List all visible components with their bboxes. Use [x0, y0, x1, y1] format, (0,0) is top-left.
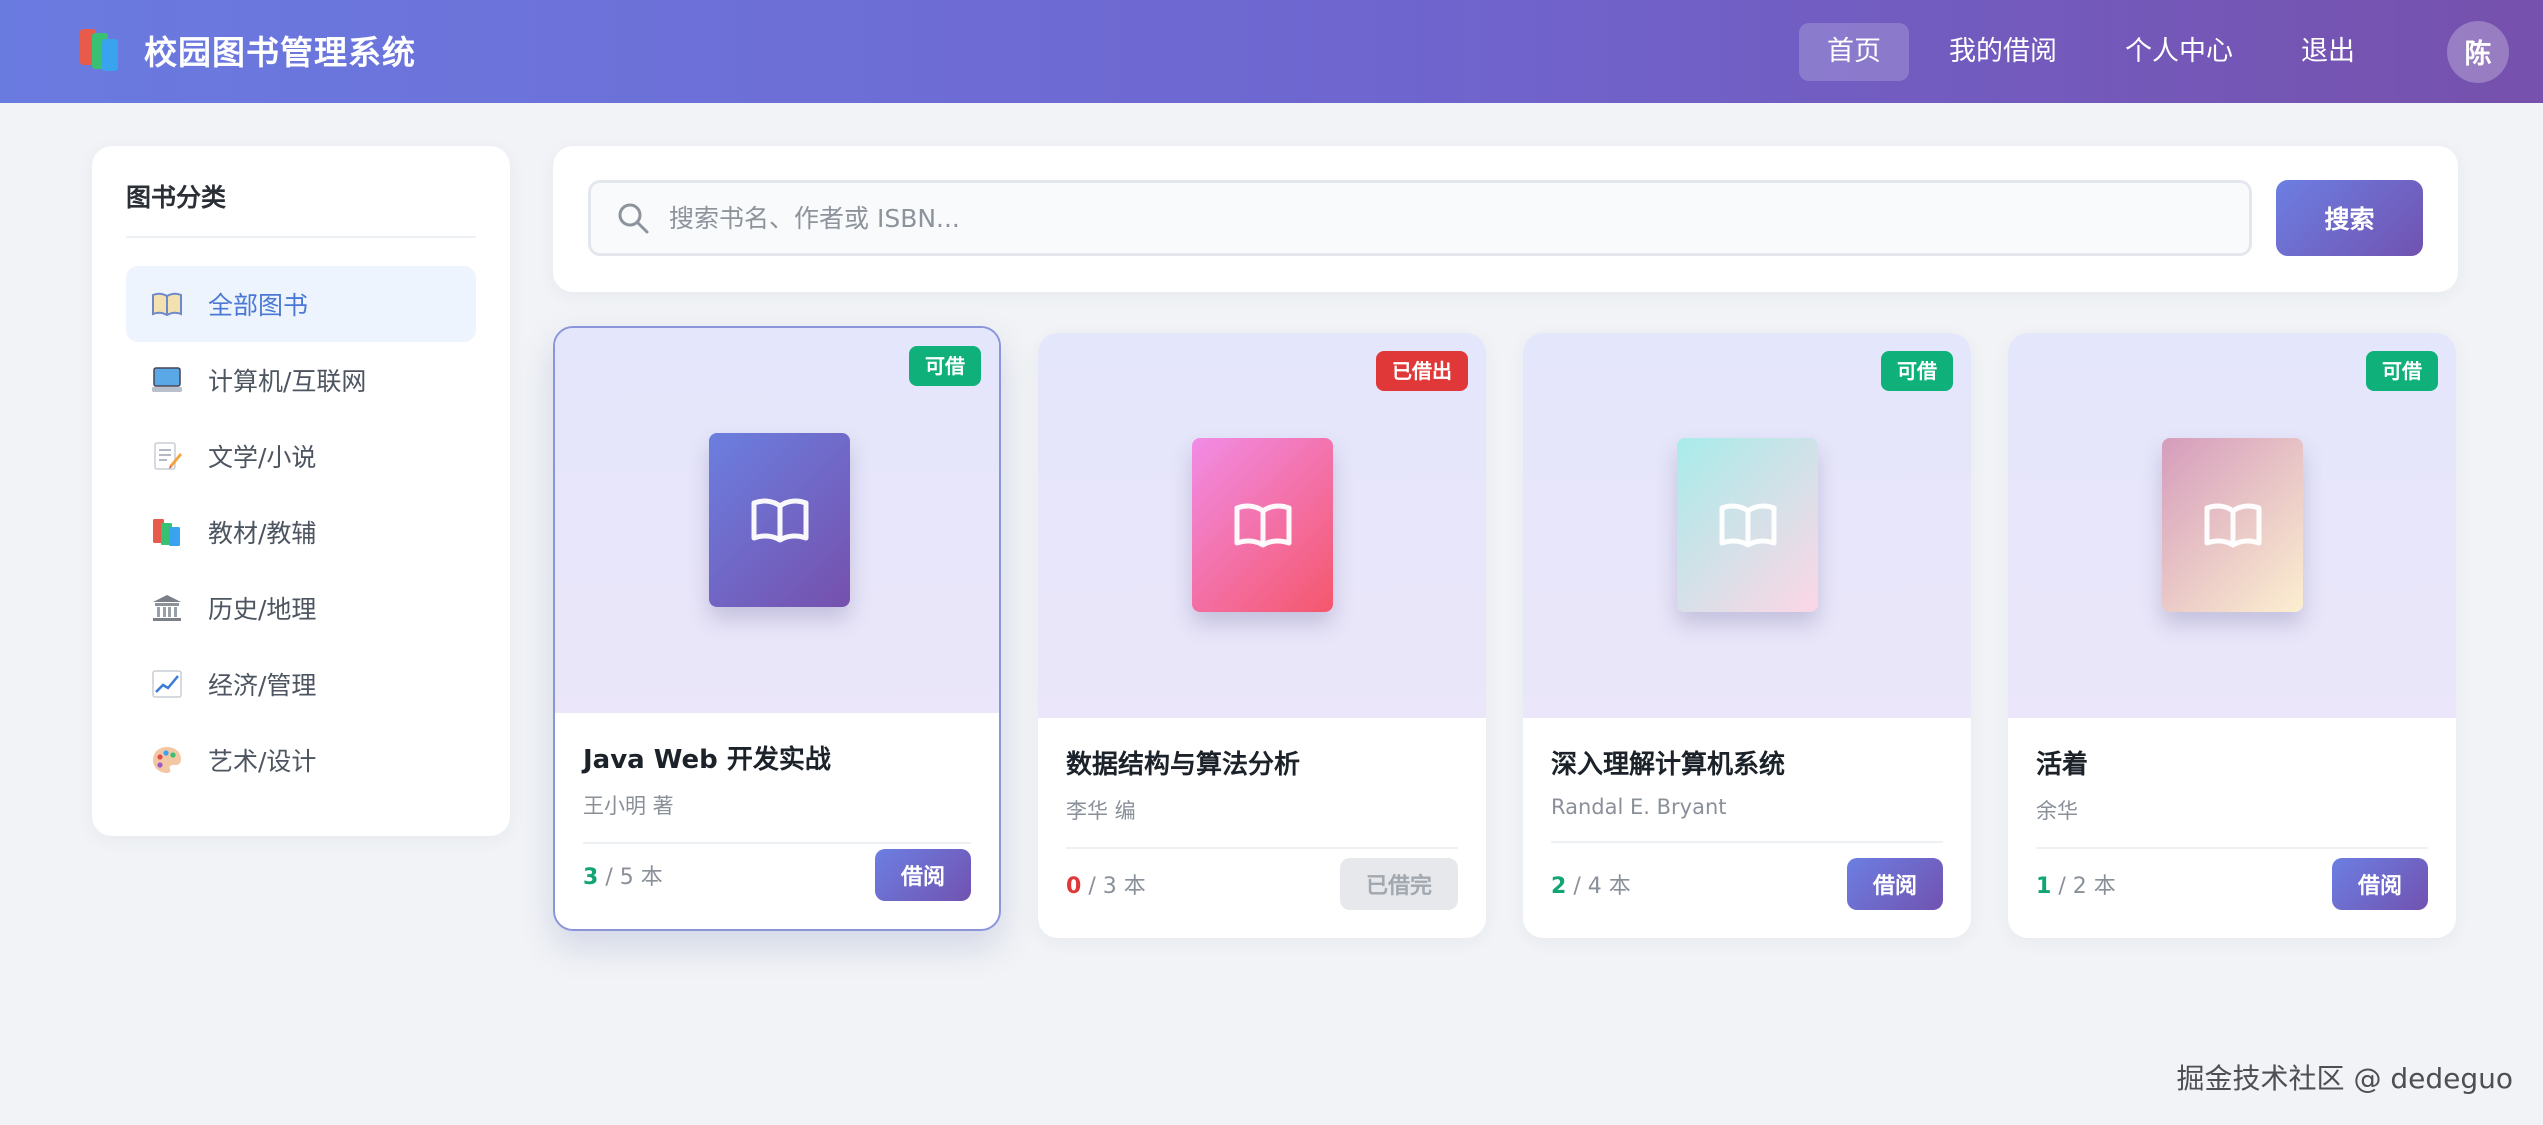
search-button[interactable]: 搜索	[2276, 180, 2423, 256]
sidebar-title: 图书分类	[126, 178, 476, 238]
book-cover-area: 可借	[555, 328, 999, 713]
memo-icon	[150, 441, 184, 471]
main-nav: 首页 我的借阅 个人中心 退出 陈	[1799, 0, 2543, 103]
book-card[interactable]: 已借出 数据结构与算法分析 李华 编 0 / 3 本 已借完	[1038, 333, 1486, 938]
book-author: Randal E. Bryant	[1551, 795, 1727, 819]
palette-icon	[150, 745, 184, 775]
stock-count: 2 / 4 本	[1551, 868, 1631, 900]
available-count: 1	[2036, 874, 2052, 899]
status-badge: 可借	[2366, 351, 2438, 391]
borrow-button[interactable]: 借阅	[2331, 858, 2428, 910]
book-cover-area: 可借	[1523, 333, 1971, 718]
book-title[interactable]: 活着	[2036, 744, 2428, 781]
search-icon	[615, 200, 651, 236]
borrow-button[interactable]: 借阅	[874, 849, 971, 901]
available-count: 0	[1066, 874, 1082, 899]
chart-increasing-icon	[150, 669, 184, 699]
top-navbar: 校园图书管理系统 首页 我的借阅 个人中心 退出 陈	[0, 0, 2543, 103]
open-book-icon	[150, 289, 184, 319]
book-cover-area: 可借	[2008, 333, 2456, 718]
total-count: / 4 本	[1573, 874, 1631, 899]
book-cover-area: 已借出	[1038, 333, 1486, 718]
nav-logout[interactable]: 退出	[2273, 23, 2383, 81]
book-author: 余华	[2036, 799, 2078, 823]
available-count: 3	[583, 865, 599, 890]
book-card[interactable]: 可借 深入理解计算机系统 Randal E. Bryant 2 / 4 本 借阅	[1523, 333, 1971, 938]
open-book-icon	[1719, 503, 1776, 548]
category-textbooks[interactable]: 教材/教辅	[126, 494, 476, 570]
app-title: 校园图书管理系统	[144, 33, 416, 72]
stock-count: 1 / 2 本	[2036, 868, 2116, 900]
divider	[583, 842, 971, 844]
category-art-design[interactable]: 艺术/设计	[126, 722, 476, 798]
total-count: / 2 本	[2058, 874, 2116, 899]
divider	[2036, 847, 2428, 849]
category-label: 教材/教辅	[208, 519, 317, 548]
books-icon	[150, 517, 184, 547]
nav-profile[interactable]: 个人中心	[2097, 23, 2261, 81]
search-input[interactable]	[669, 203, 2249, 233]
stock-count: 0 / 3 本	[1066, 868, 1146, 900]
nav-home[interactable]: 首页	[1799, 22, 1909, 81]
category-label: 历史/地理	[208, 595, 317, 624]
computer-icon	[150, 365, 184, 395]
open-book-icon	[2204, 503, 2261, 548]
book-cover	[2162, 438, 2303, 612]
category-label: 文学/小说	[208, 443, 317, 472]
category-all-books[interactable]: 全部图书	[126, 266, 476, 342]
borrowed-out-button[interactable]: 已借完	[1339, 858, 1458, 910]
book-title[interactable]: 数据结构与算法分析	[1066, 744, 1458, 781]
search-box	[588, 180, 2252, 256]
book-cover	[1677, 438, 1818, 612]
divider	[1551, 841, 1943, 843]
book-cover	[709, 433, 850, 607]
category-economics-management[interactable]: 经济/管理	[126, 646, 476, 722]
book-title[interactable]: 深入理解计算机系统	[1551, 744, 1943, 781]
total-count: / 3 本	[1088, 874, 1146, 899]
book-card[interactable]: 可借 Java Web 开发实战 王小明 著 3 / 5 本 借阅	[553, 326, 1001, 931]
search-panel: 搜索	[553, 146, 2458, 292]
category-label: 计算机/互联网	[208, 367, 367, 396]
book-cover	[1192, 438, 1333, 612]
open-book-icon	[1234, 503, 1291, 548]
category-label: 艺术/设计	[208, 747, 317, 776]
book-card[interactable]: 可借 活着 余华 1 / 2 本 借阅	[2008, 333, 2456, 938]
total-count: / 5 本	[605, 865, 663, 890]
category-label: 全部图书	[208, 291, 309, 320]
category-label: 经济/管理	[208, 671, 317, 700]
status-badge: 可借	[1881, 351, 1953, 391]
category-literature-novel[interactable]: 文学/小说	[126, 418, 476, 494]
status-badge: 可借	[909, 346, 981, 386]
books-logo-icon	[78, 27, 124, 73]
brand[interactable]: 校园图书管理系统	[78, 26, 416, 74]
category-sidebar: 图书分类 全部图书 计算机/互联网 文学/小说 教材/教辅 历史/地理 经济/管	[92, 146, 510, 836]
available-count: 2	[1551, 874, 1567, 899]
book-author: 王小明 著	[583, 794, 674, 818]
open-book-icon	[751, 498, 808, 543]
watermark: 掘金技术社区 @ dedeguo	[2176, 1062, 2513, 1095]
classical-building-icon	[150, 593, 184, 623]
avatar[interactable]: 陈	[2447, 20, 2509, 83]
status-badge: 已借出	[1376, 351, 1468, 391]
stock-count: 3 / 5 本	[583, 859, 663, 891]
category-computer-internet[interactable]: 计算机/互联网	[126, 342, 476, 418]
category-history-geography[interactable]: 历史/地理	[126, 570, 476, 646]
divider	[1066, 847, 1458, 849]
book-author: 李华 编	[1066, 799, 1136, 823]
nav-my-borrowings[interactable]: 我的借阅	[1921, 23, 2085, 81]
borrow-button[interactable]: 借阅	[1846, 858, 1943, 910]
book-title[interactable]: Java Web 开发实战	[583, 739, 971, 776]
